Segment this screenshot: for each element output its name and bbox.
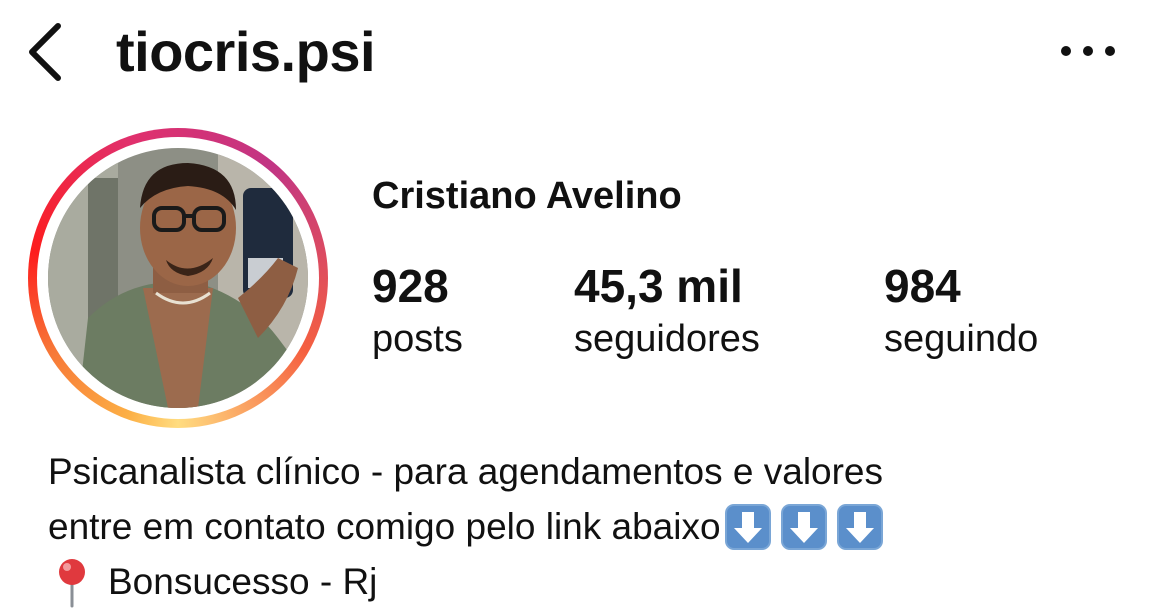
bio-line-2: entre em contato comigo pelo link abaixo xyxy=(48,499,1138,554)
bio-line-3: Bonsucesso - Rj xyxy=(48,554,1138,609)
stat-followers-count: 45,3 mil xyxy=(574,260,743,312)
profile-username[interactable]: tiocris.psi xyxy=(116,18,376,86)
down-arrow-icon xyxy=(724,503,771,550)
avatar-story-ring[interactable] xyxy=(28,128,328,428)
stat-following-count: 984 xyxy=(884,260,961,312)
stat-posts[interactable]: 928 posts xyxy=(372,258,463,364)
down-arrow-icon xyxy=(836,503,883,550)
stat-posts-count: 928 xyxy=(372,260,449,312)
round-pushpin-icon xyxy=(59,558,85,607)
profile-display-name: Cristiano Avelino xyxy=(372,175,682,217)
down-arrow-icon xyxy=(780,503,827,550)
stat-following[interactable]: 984 seguindo xyxy=(884,258,1038,364)
avatar xyxy=(48,148,308,408)
chevron-left-icon xyxy=(29,23,61,81)
back-button[interactable] xyxy=(22,20,70,84)
bio-line-1-text: Psicanalista clínico - para agendamentos… xyxy=(48,451,884,492)
profile-header: tiocris.psi xyxy=(0,0,1170,105)
stat-followers-label: seguidores xyxy=(574,318,760,360)
profile-bio: Psicanalista clínico - para agendamentos… xyxy=(48,444,1138,609)
bio-location-text: Bonsucesso - Rj xyxy=(108,561,378,602)
more-options-button[interactable] xyxy=(1058,36,1118,66)
bio-line-1: Psicanalista clínico - para agendamentos… xyxy=(48,444,1138,499)
stat-posts-label: posts xyxy=(372,318,463,360)
stat-following-label: seguindo xyxy=(884,318,1039,360)
stat-followers[interactable]: 45,3 mil seguidores xyxy=(574,258,760,364)
bio-line-2-text: entre em contato comigo pelo link abaixo xyxy=(48,506,721,547)
more-horizontal-icon xyxy=(1061,46,1115,56)
